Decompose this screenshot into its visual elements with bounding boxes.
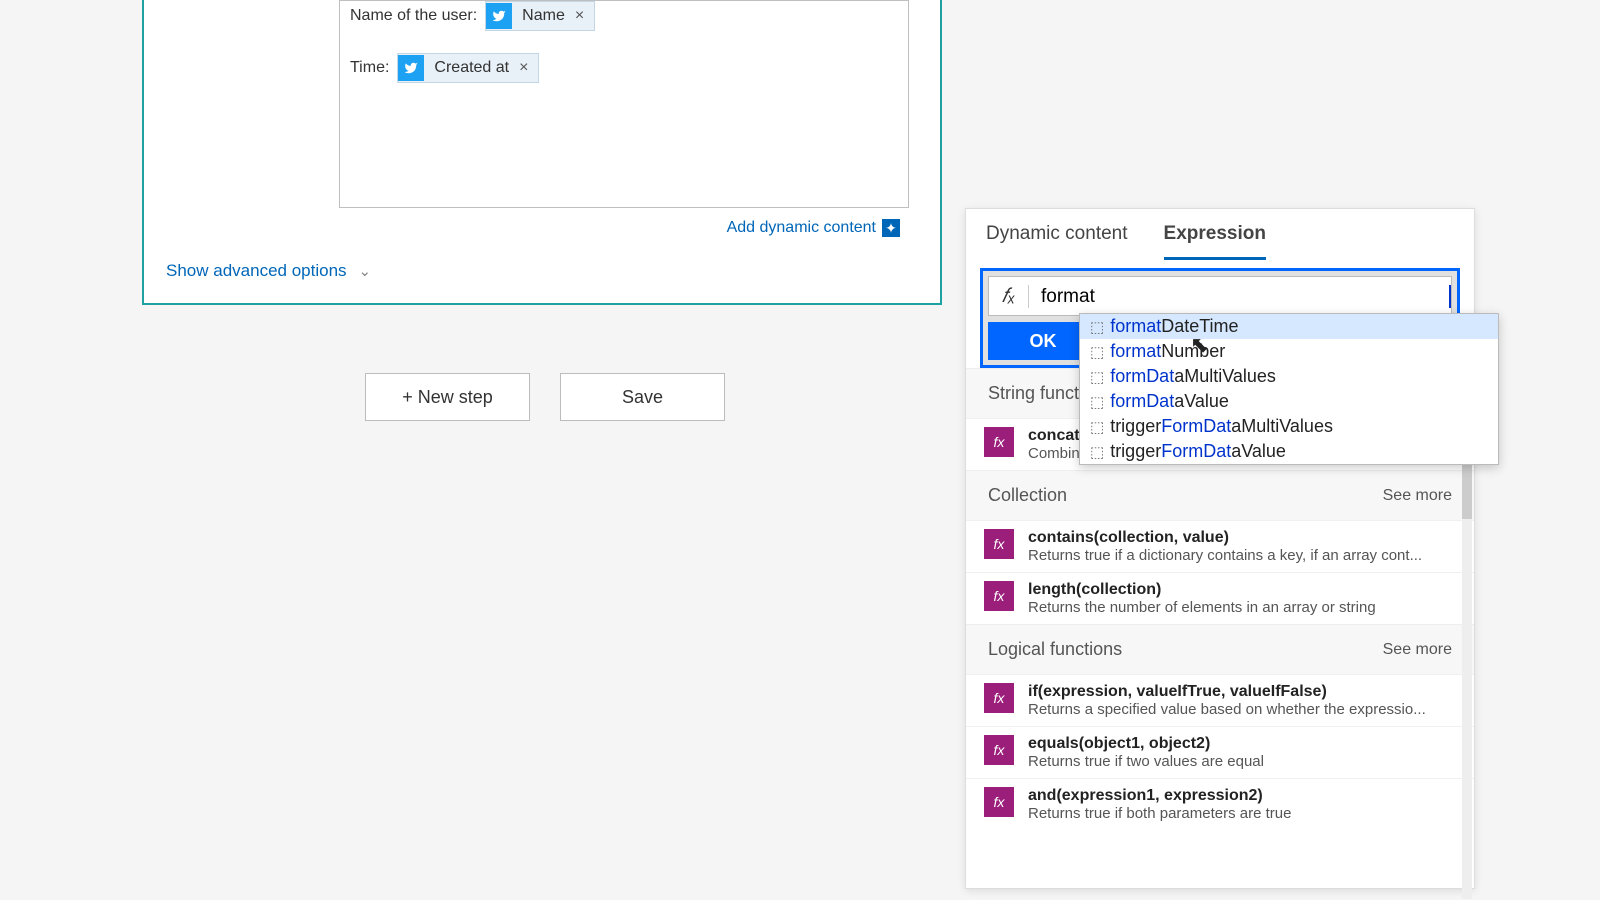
suggestion-item[interactable]: ⬚formatDateTime (1080, 314, 1498, 339)
tab-dynamic-content[interactable]: Dynamic content (986, 223, 1128, 260)
fx-icon: fx (984, 787, 1014, 817)
fx-icon: fx (984, 735, 1014, 765)
expression-panel: Dynamic content Expression 𝑓ₓ format OK … (965, 208, 1475, 889)
fx-icon: 𝑓ₓ (989, 285, 1029, 308)
add-dynamic-content-link[interactable]: Add dynamic content ✦ (727, 219, 900, 237)
function-signature: length(collection) (1028, 581, 1376, 599)
panel-tabs: Dynamic content Expression (966, 209, 1474, 260)
plus-icon: ✦ (882, 219, 900, 237)
category-header: Collection See more (966, 470, 1474, 520)
twitter-icon (486, 3, 512, 29)
function-signature: contains(collection, value) (1028, 529, 1422, 547)
suggestion-item[interactable]: ⬚triggerFormDataValue (1080, 439, 1498, 464)
show-advanced-options-link[interactable]: Show advanced options ⌄ (166, 261, 371, 281)
category-title: Logical functions (988, 639, 1122, 660)
token-createdat[interactable]: Created at × (397, 53, 539, 83)
autocomplete-dropdown: ⬚formatDateTime⬚formatNumber⬚formDataMul… (1079, 313, 1499, 465)
token-name[interactable]: Name × (485, 1, 595, 31)
function-description: Returns true if both parameters are true (1028, 805, 1291, 822)
action-card: Name of the user: Name × Time: Created a… (142, 0, 942, 305)
category-header: Logical functions See more (966, 624, 1474, 674)
fx-icon: fx (984, 529, 1014, 559)
cube-icon: ⬚ (1090, 393, 1104, 411)
function-item[interactable]: fx if(expression, valueIfTrue, valueIfFal… (966, 674, 1474, 726)
token-createdat-label: Created at (424, 59, 519, 77)
function-description: Returns the number of elements in an arr… (1028, 599, 1376, 616)
suggestion-item[interactable]: ⬚formatNumber (1080, 339, 1498, 364)
cube-icon: ⬚ (1090, 318, 1104, 336)
suggestion-item[interactable]: ⬚triggerFormDataMultiValues (1080, 414, 1498, 439)
fx-icon: fx (984, 427, 1014, 457)
see-more-link[interactable]: See more (1383, 487, 1452, 505)
show-advanced-label: Show advanced options (166, 261, 347, 281)
suggestion-item[interactable]: ⬚formDataValue (1080, 389, 1498, 414)
function-description: Returns true if a dictionary contains a … (1028, 547, 1422, 564)
function-description: Returns a specified value based on wheth… (1028, 701, 1426, 718)
function-item[interactable]: fx and(expression1, expression2)Returns t… (966, 778, 1474, 830)
tab-expression[interactable]: Expression (1164, 223, 1266, 260)
time-field-label: Time: (350, 59, 389, 77)
scrollbar[interactable] (1462, 409, 1472, 899)
cube-icon: ⬚ (1090, 343, 1104, 361)
function-description: Returns true if two values are equal (1028, 753, 1264, 770)
function-item[interactable]: fx equals(object1, object2)Returns true i… (966, 726, 1474, 778)
token-createdat-remove[interactable]: × (519, 59, 538, 77)
footer-buttons: + New step Save (365, 373, 725, 421)
cube-icon: ⬚ (1090, 418, 1104, 436)
cube-icon: ⬚ (1090, 443, 1104, 461)
category-title: Collection (988, 485, 1067, 506)
formula-input[interactable]: format (1029, 285, 1451, 308)
suggestion-item[interactable]: ⬚formDataMultiValues (1080, 364, 1498, 389)
function-item[interactable]: fx length(collection)Returns the number o… (966, 572, 1474, 624)
function-signature: if(expression, valueIfTrue, valueIfFalse… (1028, 683, 1426, 701)
cube-icon: ⬚ (1090, 368, 1104, 386)
function-item[interactable]: fx contains(collection, value)Returns tru… (966, 520, 1474, 572)
function-signature: and(expression1, expression2) (1028, 787, 1291, 805)
fx-icon: fx (984, 581, 1014, 611)
formula-input-wrap: 𝑓ₓ format OK ⬚formatDateTime⬚formatNumbe… (980, 268, 1460, 368)
new-step-button[interactable]: + New step (365, 373, 530, 421)
add-dynamic-content-label: Add dynamic content (727, 219, 876, 237)
function-signature: equals(object1, object2) (1028, 735, 1264, 753)
name-field-label: Name of the user: (350, 7, 477, 25)
message-body-input[interactable]: Name of the user: Name × Time: Created a… (339, 0, 909, 208)
twitter-icon (398, 55, 424, 81)
token-name-remove[interactable]: × (575, 7, 594, 25)
fx-icon: fx (984, 683, 1014, 713)
see-more-link[interactable]: See more (1383, 641, 1452, 659)
token-name-label: Name (512, 7, 575, 25)
chevron-down-icon: ⌄ (359, 262, 372, 280)
save-button[interactable]: Save (560, 373, 725, 421)
